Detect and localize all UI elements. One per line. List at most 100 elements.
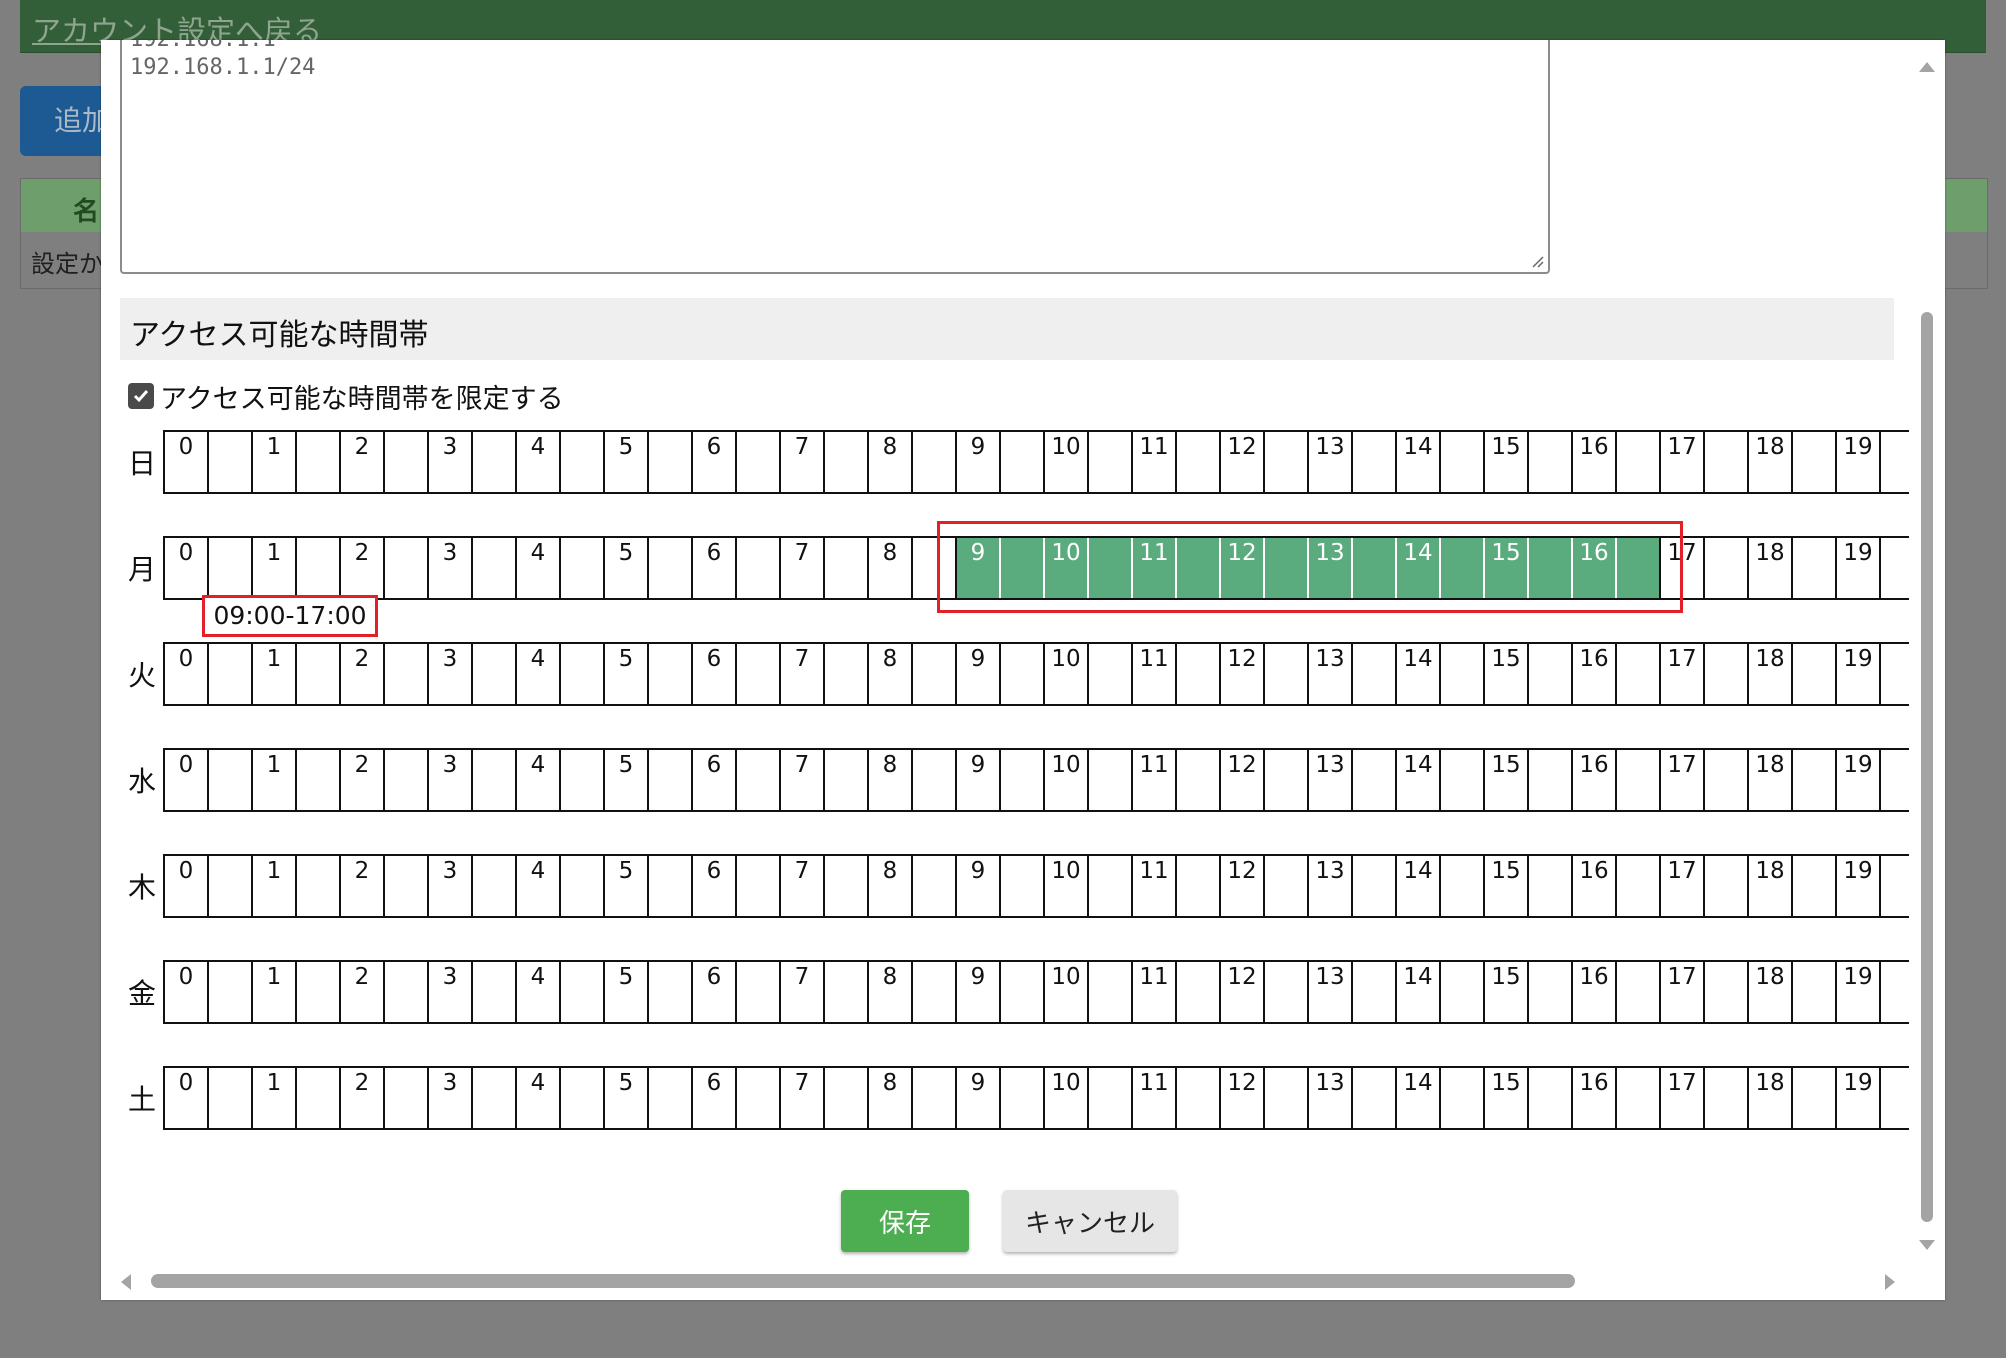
half-hour-cell[interactable] [295,1068,339,1128]
hour-cell[interactable]: 4 [515,432,559,492]
half-hour-cell[interactable] [911,856,955,916]
hour-cell[interactable]: 4 [515,1068,559,1128]
half-hour-cell[interactable] [823,750,867,810]
hour-cell[interactable]: 0 [163,644,207,704]
hour-cell[interactable]: 9 [955,750,999,810]
hour-cell[interactable]: 2 [339,1068,383,1128]
hour-cell[interactable]: 14 [1395,962,1439,1022]
half-hour-cell[interactable] [1263,644,1307,704]
half-hour-cell[interactable] [999,644,1043,704]
half-hour-cell[interactable] [1615,644,1659,704]
half-hour-cell[interactable] [1791,432,1835,492]
hour-cell[interactable]: 16 [1571,644,1615,704]
half-hour-cell[interactable] [1175,750,1219,810]
half-hour-cell[interactable] [1615,538,1659,598]
hour-cell[interactable]: 10 [1043,856,1087,916]
half-hour-cell[interactable] [1439,432,1483,492]
hour-cell[interactable]: 9 [955,856,999,916]
hour-cell[interactable]: 6 [691,432,735,492]
hour-cell[interactable]: 3 [427,432,471,492]
half-hour-cell[interactable] [823,1068,867,1128]
half-hour-cell[interactable] [647,1068,691,1128]
hour-cell[interactable]: 17 [1659,750,1703,810]
hour-cell[interactable]: 3 [427,750,471,810]
hour-cell[interactable]: 11 [1131,750,1175,810]
half-hour-cell[interactable] [1527,750,1571,810]
half-hour-cell[interactable] [999,856,1043,916]
half-hour-cell[interactable] [1703,432,1747,492]
hour-cell[interactable]: 5 [603,432,647,492]
half-hour-cell[interactable] [1527,644,1571,704]
half-hour-cell[interactable] [383,644,427,704]
hour-cell[interactable]: 16 [1571,432,1615,492]
half-hour-cell[interactable] [735,644,779,704]
half-hour-cell[interactable] [207,750,251,810]
hour-cell[interactable]: 7 [779,1068,823,1128]
hour-cell[interactable]: 14 [1395,1068,1439,1128]
hour-cell[interactable]: 2 [339,432,383,492]
half-hour-cell[interactable] [1615,856,1659,916]
hour-cell[interactable]: 19 [1835,1068,1879,1128]
hour-cell[interactable]: 18 [1747,856,1791,916]
limit-time-row[interactable]: アクセス可能な時間帯を限定する [128,378,564,415]
vertical-scrollbar[interactable] [1909,40,1945,1260]
half-hour-cell[interactable] [295,644,339,704]
half-hour-cell[interactable] [999,538,1043,598]
hour-cell[interactable]: 16 [1571,856,1615,916]
hour-cell[interactable]: 12 [1219,962,1263,1022]
hour-cell[interactable]: 11 [1131,644,1175,704]
scroll-down-icon[interactable] [1919,1240,1935,1250]
hour-cell[interactable]: 0 [163,538,207,598]
half-hour-cell[interactable] [1175,1068,1219,1128]
half-hour-cell[interactable] [1791,750,1835,810]
hour-cell[interactable]: 3 [427,1068,471,1128]
hour-cell[interactable]: 18 [1747,432,1791,492]
hour-cell[interactable]: 1 [251,538,295,598]
half-hour-cell[interactable] [1791,644,1835,704]
half-hour-cell[interactable] [999,432,1043,492]
hour-cell[interactable]: 16 [1571,962,1615,1022]
hour-cell[interactable]: 9 [955,432,999,492]
hour-cell[interactable]: 7 [779,750,823,810]
hour-cell[interactable]: 18 [1747,538,1791,598]
half-hour-cell[interactable] [559,856,603,916]
hour-cell[interactable]: 12 [1219,432,1263,492]
hour-cell[interactable]: 16 [1571,1068,1615,1128]
half-hour-cell[interactable] [1791,962,1835,1022]
hour-cell[interactable]: 18 [1747,644,1791,704]
hour-cell[interactable]: 2 [339,538,383,598]
half-hour-cell[interactable] [1263,432,1307,492]
half-hour-cell[interactable] [647,432,691,492]
hour-cell[interactable]: 14 [1395,644,1439,704]
half-hour-cell[interactable] [1791,856,1835,916]
hour-cell[interactable]: 2 [339,856,383,916]
half-hour-cell[interactable] [735,432,779,492]
hour-cell[interactable]: 17 [1659,432,1703,492]
half-hour-cell[interactable] [1791,1068,1835,1128]
half-hour-cell[interactable] [1527,538,1571,598]
save-button[interactable]: 保存 [841,1190,969,1252]
hour-cell[interactable]: 1 [251,1068,295,1128]
hour-cell[interactable]: 19 [1835,538,1879,598]
cancel-button[interactable]: キャンセル [1003,1190,1177,1252]
half-hour-cell[interactable] [1615,750,1659,810]
hour-cell[interactable]: 8 [867,962,911,1022]
half-hour-cell[interactable] [207,644,251,704]
hour-cell[interactable]: 13 [1307,538,1351,598]
hour-cell[interactable]: 7 [779,962,823,1022]
resize-handle-icon[interactable] [1530,254,1544,268]
hour-cell[interactable]: 5 [603,644,647,704]
half-hour-cell[interactable] [1527,432,1571,492]
half-hour-cell[interactable] [295,962,339,1022]
hour-cell[interactable]: 11 [1131,962,1175,1022]
hour-cell[interactable]: 18 [1747,750,1791,810]
half-hour-cell[interactable] [471,644,515,704]
hour-cell[interactable]: 3 [427,644,471,704]
hour-cell[interactable]: 19 [1835,750,1879,810]
half-hour-cell[interactable] [1175,538,1219,598]
half-hour-cell[interactable] [1703,962,1747,1022]
half-hour-cell[interactable] [1175,856,1219,916]
half-hour-cell[interactable] [1615,1068,1659,1128]
half-hour-cell[interactable] [1087,856,1131,916]
hour-cell[interactable]: 9 [955,538,999,598]
